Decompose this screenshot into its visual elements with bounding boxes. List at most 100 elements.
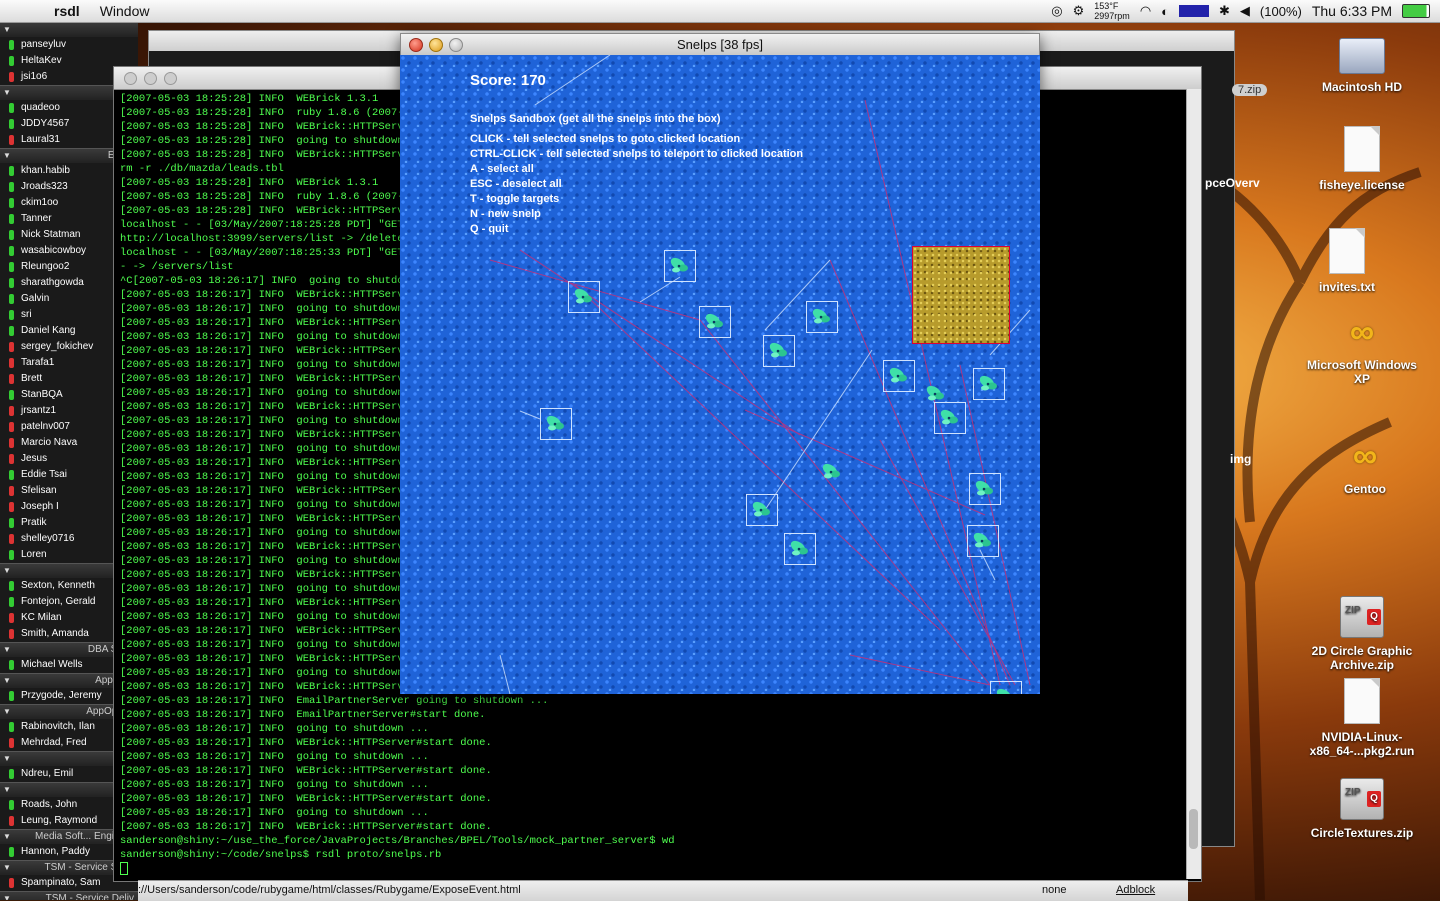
- buddy-name: Mehrdad, Fred: [21, 737, 87, 748]
- battery-menu[interactable]: (100%): [1260, 4, 1302, 19]
- buddy-name: panseyluv: [21, 39, 67, 50]
- cpu-temp-icon[interactable]: ⚙: [1073, 3, 1085, 19]
- status-indicator-icon: [9, 878, 14, 888]
- snelp-sprite[interactable]: [967, 525, 999, 557]
- icon-label: 2D Circle Graphic Archive.zip: [1311, 644, 1413, 672]
- buddy-name: Loren: [21, 549, 47, 560]
- snelps-window[interactable]: Snelps [38 fps] Score: 170 Snelps Sandbo…: [400, 33, 1040, 694]
- zip-archive-icon: ZIP Q: [1340, 778, 1384, 820]
- buddy-name: Joseph I: [21, 501, 59, 512]
- snelp-sprite[interactable]: [699, 306, 731, 338]
- snelp-sprite[interactable]: [806, 301, 838, 333]
- terminal-scrollbar[interactable]: [1186, 89, 1201, 879]
- snelp-sprite[interactable]: [817, 457, 847, 487]
- adblock-link[interactable]: Adblock: [1116, 884, 1155, 896]
- status-indicator-icon: [9, 198, 14, 208]
- snelp-sprite[interactable]: [969, 473, 1001, 505]
- buddy-name: Rleungoo2: [21, 261, 70, 272]
- snelps-titlebar[interactable]: Snelps [38 fps]: [400, 33, 1040, 56]
- terminal-line: [2007-05-03 18:26:17] INFO WEBrick::HTTP…: [120, 793, 492, 805]
- window-title: Snelps [38 fps]: [677, 37, 763, 52]
- window-menu[interactable]: Window: [100, 3, 150, 19]
- parallels-vm-icon: ∞: [1352, 437, 1378, 475]
- snelp-sprite[interactable]: [763, 335, 795, 367]
- desktop-icon-nvidia-run[interactable]: NVIDIA-Linux-x86_64-...pkg2.run: [1302, 678, 1422, 758]
- app-menu[interactable]: rsdl: [54, 3, 80, 19]
- desktop-icon-gentoo[interactable]: ∞ Gentoo: [1305, 436, 1425, 496]
- status-indicator-icon: [9, 182, 14, 192]
- close-button[interactable]: [409, 38, 423, 52]
- snelp-sprite[interactable]: [934, 402, 966, 434]
- menu-bar: rsdl Window ◎ ⚙ 153°F 2997rpm ◠ ◐ ✱ ◀ (10…: [0, 0, 1440, 23]
- buddy-name: shelley0716: [21, 533, 75, 544]
- help-line-deselect: ESC - deselect all: [470, 178, 562, 190]
- status-indicator-icon: [9, 278, 14, 288]
- status-indicator-icon: [9, 738, 14, 748]
- buddy-name: Laural31: [21, 134, 60, 145]
- snelp-sprite[interactable]: [784, 533, 816, 565]
- volume-icon[interactable]: ◀: [1240, 3, 1250, 19]
- desktop-icon-invites-txt[interactable]: invites.txt: [1287, 228, 1407, 294]
- zoom-button[interactable]: [449, 38, 463, 52]
- game-canvas[interactable]: Score: 170 Snelps Sandbox (get all the s…: [400, 55, 1040, 694]
- status-indicator-icon: [9, 342, 14, 352]
- status-indicator-icon: [9, 800, 14, 810]
- terminal-line: sanderson@shiny:~/code/snelps$ rsdl prot…: [120, 849, 442, 861]
- terminal-close-button[interactable]: [124, 72, 137, 85]
- snelp-sprite[interactable]: [540, 408, 572, 440]
- snelp-sprite[interactable]: [883, 360, 915, 392]
- clock[interactable]: Thu 6:33 PM: [1312, 3, 1392, 19]
- goal-box[interactable]: [912, 246, 1010, 344]
- icon-label: NVIDIA-Linux-x86_64-...pkg2.run: [1309, 730, 1415, 758]
- status-indicator-icon: [9, 518, 14, 528]
- buddy-name: Sfelisan: [21, 485, 57, 496]
- terminal-line: [2007-05-03 18:26:17] INFO EmailPartnerS…: [120, 709, 486, 721]
- bluetooth-icon[interactable]: ✱: [1219, 3, 1230, 19]
- terminal-line: [2007-05-03 18:26:17] INFO going to shut…: [120, 779, 429, 791]
- buddy-name: JDDY4567: [21, 118, 70, 129]
- background-img-label: img: [1230, 452, 1252, 466]
- scrollbar-thumb[interactable]: [1189, 809, 1198, 849]
- snelp-sprite[interactable]: [990, 681, 1022, 694]
- status-indicator-icon: [9, 214, 14, 224]
- status-indicator-icon: [9, 358, 14, 368]
- status-zoom: none: [1042, 884, 1067, 896]
- status-indicator-icon: [9, 262, 14, 272]
- desktop-icon-windows-xp[interactable]: ∞ Microsoft Windows XP: [1302, 312, 1422, 386]
- background-overview-label: pceOverv: [1205, 176, 1260, 190]
- status-indicator-icon: [9, 438, 14, 448]
- help-line-ctrl-click: CTRL-CLICK - tell selected snelps to tel…: [470, 148, 804, 160]
- status-indicator-icon: [9, 550, 14, 560]
- buddy-name: Galvin: [21, 293, 50, 304]
- terminal-zoom-button[interactable]: [164, 72, 177, 85]
- status-indicator-icon: [9, 660, 14, 670]
- buddy-name: HeltaKev: [21, 55, 62, 66]
- desktop-icon-circle-textures-zip[interactable]: ZIP Q CircleTextures.zip: [1302, 778, 1422, 840]
- snelp-sprite[interactable]: [664, 250, 696, 282]
- sync-icon[interactable]: ◐: [1161, 4, 1169, 19]
- buddy-group-header[interactable]: TSM - Service Deliv: [0, 891, 138, 900]
- status-indicator-icon: [9, 454, 14, 464]
- buddy-name: Ndreu, Emil: [21, 768, 74, 779]
- buddy-item[interactable]: panseyluv: [0, 37, 138, 53]
- snelp-sprite[interactable]: [973, 368, 1005, 400]
- terminal-minimize-button[interactable]: [144, 72, 157, 85]
- snelp-sprite[interactable]: [568, 281, 600, 313]
- help-line-select-all: A - select all: [470, 163, 534, 175]
- buddy-name: ckim1oo: [21, 197, 59, 208]
- desktop-icon-fisheye-license[interactable]: fisheye.license: [1302, 126, 1422, 192]
- buddy-name: Sexton, Kenneth: [21, 580, 95, 591]
- snelp-sprite[interactable]: [746, 494, 778, 526]
- buddy-group-header[interactable]: [0, 22, 138, 37]
- buddy-name: quadeoo: [21, 102, 60, 113]
- target-icon[interactable]: ◎: [1051, 3, 1062, 19]
- desktop-icon-2d-circle-zip[interactable]: ZIP Q 2D Circle Graphic Archive.zip: [1302, 596, 1422, 672]
- buddy-name: Daniel Kang: [21, 325, 76, 336]
- buddy-name: Pratik: [21, 517, 47, 528]
- desktop-icon-macintosh-hd[interactable]: Macintosh HD: [1302, 38, 1422, 94]
- buddy-name: Leung, Raymond: [21, 815, 98, 826]
- status-indicator-icon: [9, 326, 14, 336]
- wifi-icon[interactable]: ◠: [1140, 3, 1151, 19]
- minimize-button[interactable]: [429, 38, 443, 52]
- text-document-icon: [1329, 228, 1365, 274]
